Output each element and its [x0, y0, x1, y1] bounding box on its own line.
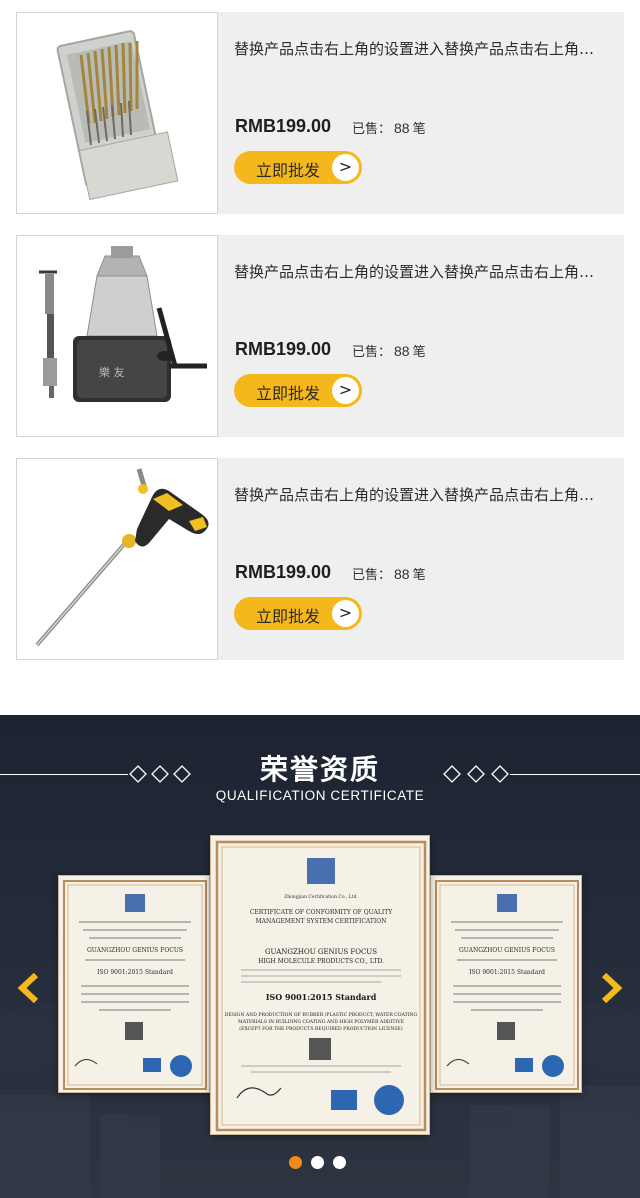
carousel-dot[interactable] — [333, 1156, 346, 1169]
certificate-slide-current[interactable]: Zhongjian Certification Co., Ltd. CERTIF… — [210, 835, 430, 1135]
sold-count: 88 — [394, 566, 410, 582]
svg-text:ISO 9001:2015 Standard: ISO 9001:2015 Standard — [97, 969, 173, 976]
iaf-logo — [374, 1085, 404, 1115]
product-image-drill-bit-set[interactable] — [16, 12, 218, 214]
cert-scope-3: (EXCEPT FOR THE PRODUCTS REQUIRED PRODUC… — [239, 1025, 403, 1032]
sold-label: 已售： — [352, 568, 392, 583]
wholesale-button[interactable]: 立即批发 > — [234, 374, 362, 407]
cert-scope-2: MATERIALS IN BUILDING COATING AND HIGH P… — [238, 1019, 404, 1025]
cert-heading-2: MANAGEMENT SYSTEM CERTIFICATION — [256, 918, 387, 925]
sold-label: 已售： — [352, 122, 392, 137]
sold-label: 已售： — [352, 345, 392, 360]
carousel-dot[interactable] — [289, 1156, 302, 1169]
product-card[interactable]: 樂 友 替换产品点击右上角的设置进入替换产品点击右上角的设置进入替换产品 RMB… — [16, 235, 624, 437]
cert-scope-1: DESIGN AND PRODUCTION OF RUBBER /PLASTIC… — [225, 1012, 418, 1018]
section-subtitle: QUALIFICATION CERTIFICATE — [215, 788, 425, 803]
product-sold: 已售： 88 笔 — [352, 564, 426, 583]
svg-text:ISO 9001:2015 Standard: ISO 9001:2015 Standard — [469, 969, 545, 976]
product-image-drill-chuck[interactable]: 樂 友 — [16, 235, 218, 437]
chevron-right-icon: > — [332, 377, 359, 404]
sold-count: 88 — [394, 120, 410, 136]
section-title: 荣誉资质 — [259, 753, 380, 786]
sold-count: 88 — [394, 343, 410, 359]
cert-company-1: GUANGZHOU GENIUS FOCUS — [265, 948, 377, 956]
svg-text:GUANGZHOU GENIUS FOCUS: GUANGZHOU GENIUS FOCUS — [459, 947, 555, 954]
product-sold: 已售： 88 笔 — [352, 341, 426, 360]
product-price: RMB199.00 — [235, 339, 332, 359]
product-title[interactable]: 替换产品点击右上角的设置进入替换产品点击右上角的设置进入替换产品 — [234, 261, 606, 282]
cert-standard: ISO 9001:2015 Standard — [266, 992, 377, 1002]
chevron-right-icon[interactable] — [598, 971, 626, 1005]
product-price: RMB199.00 — [235, 562, 332, 582]
qualification-section: 荣誉资质 QUALIFICATION CERTIFICATE GUANGZHOU… — [0, 715, 640, 1198]
svg-text:GUANGZHOU GENIUS FOCUS: GUANGZHOU GENIUS FOCUS — [87, 947, 183, 954]
certificate-slide-prev[interactable]: GUANGZHOU GENIUS FOCUS ISO 9001:2015 Sta… — [58, 875, 210, 1093]
wholesale-button[interactable]: 立即批发 > — [234, 597, 362, 630]
wholesale-button-label: 立即批发 — [256, 161, 321, 180]
sold-unit: 笔 — [412, 122, 426, 137]
product-title[interactable]: 替换产品点击右上角的设置进入替换产品点击右上角的设置进入替换产品 — [234, 38, 606, 59]
sold-unit: 笔 — [412, 345, 426, 360]
product-image-hex-key[interactable] — [16, 458, 218, 660]
cert-issuer: Zhongjian Certification Co., Ltd. — [284, 894, 358, 900]
chevron-right-icon: > — [332, 154, 359, 181]
carousel-dot[interactable] — [311, 1156, 324, 1169]
chevron-right-icon: > — [332, 600, 359, 627]
wholesale-button[interactable]: 立即批发 > — [234, 151, 362, 184]
product-card[interactable]: 替换产品点击右上角的设置进入替换产品点击右上角的设置进入替换产品 RMB199.… — [16, 12, 624, 214]
qr-code-icon — [309, 1038, 331, 1060]
signature — [236, 1087, 282, 1099]
svg-text:樂 友: 樂 友 — [99, 365, 125, 379]
cert-company-2: HIGH MOLECULE PRODUCTS CO., LTD. — [258, 958, 384, 965]
product-title[interactable]: 替换产品点击右上角的设置进入替换产品点击右上角的设置进入替换产品 — [234, 484, 606, 505]
anab-logo — [331, 1090, 357, 1110]
cert-heading-1: CERTIFICATE OF CONFORMITY OF QUALITY — [250, 909, 393, 916]
product-price: RMB199.00 — [235, 116, 332, 136]
certificate-slide-next[interactable]: GUANGZHOU GENIUS FOCUS ISO 9001:2015 Sta… — [430, 875, 582, 1093]
wholesale-button-label: 立即批发 — [256, 384, 321, 403]
sold-unit: 笔 — [412, 568, 426, 583]
chevron-left-icon[interactable] — [14, 971, 42, 1005]
product-card[interactable]: 替换产品点击右上角的设置进入替换产品点击右上角的设置进入替换产品 RMB199.… — [16, 458, 624, 660]
product-sold: 已售： 88 笔 — [352, 118, 426, 137]
wholesale-button-label: 立即批发 — [256, 607, 321, 626]
